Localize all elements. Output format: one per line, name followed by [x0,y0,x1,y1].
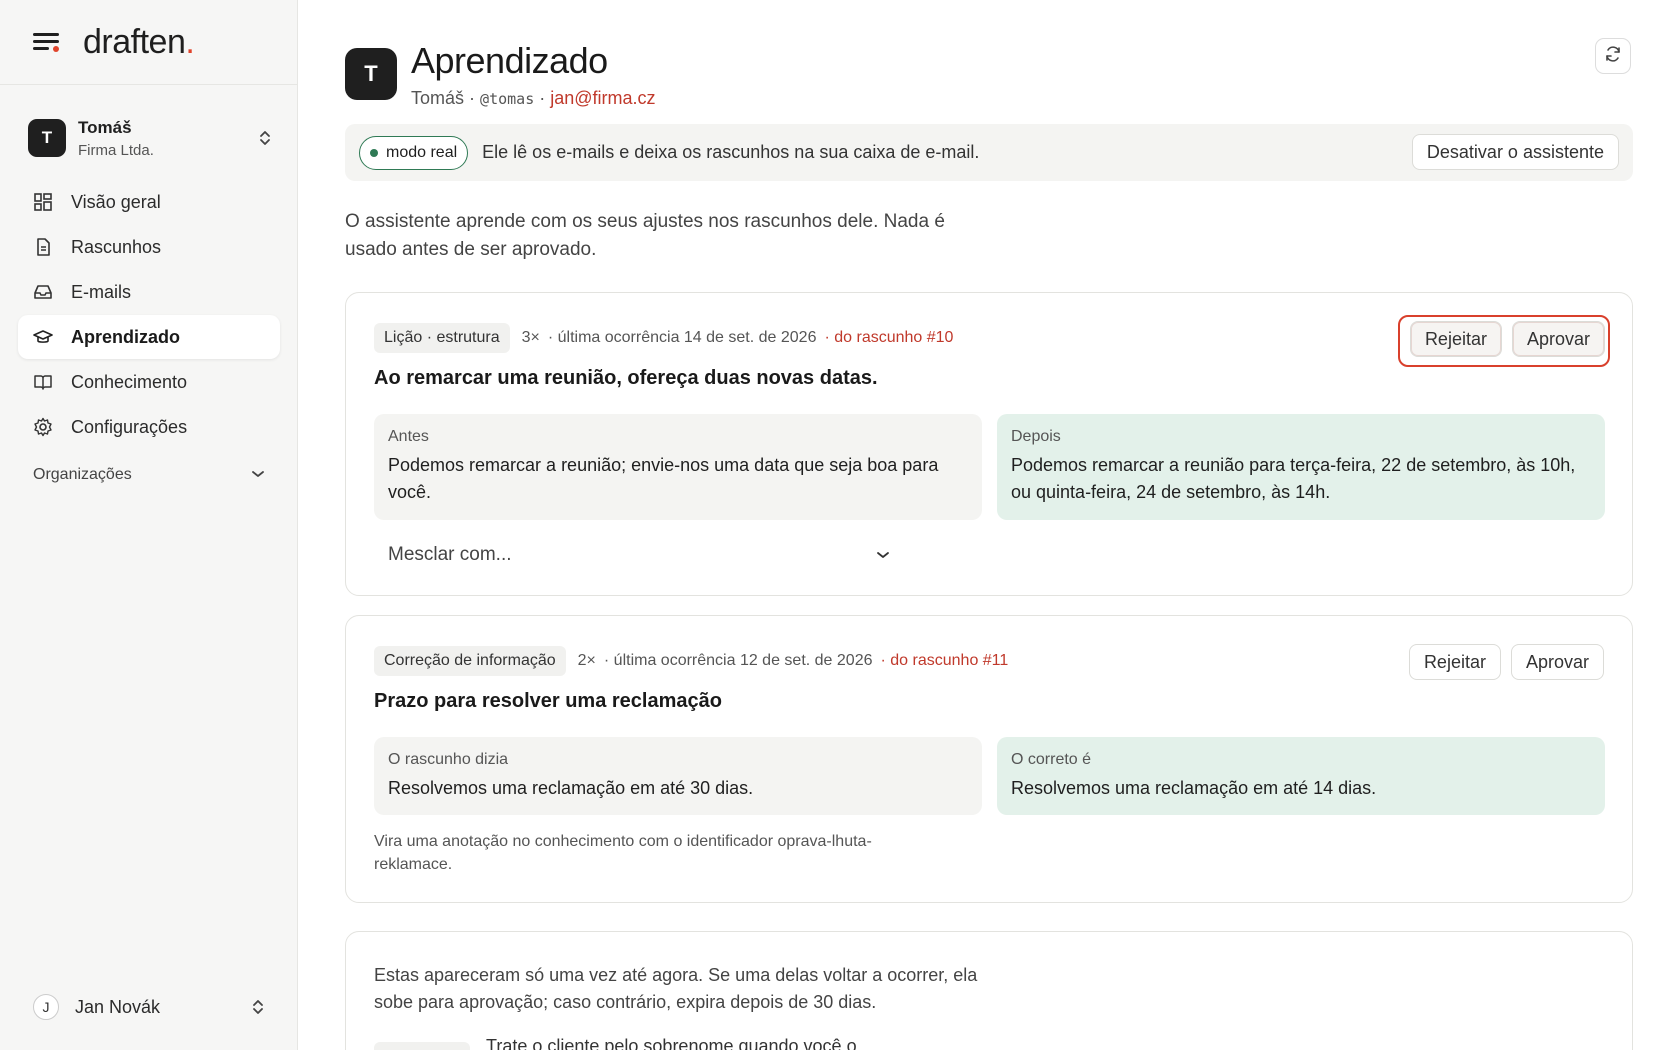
lesson-card: Lição · estrutura 3× · última ocorrência… [345,292,1633,596]
account-email-link[interactable]: jan@firma.cz [550,88,655,108]
page-header: T Aprendizado Tomáš · @tomas · jan@firma… [345,40,656,109]
disable-assistant-button[interactable]: Desativar o assistente [1411,134,1619,170]
user-name: Jan Novák [75,996,161,1017]
sidebar-item-visao-geral[interactable]: Visão geral [18,180,280,224]
after-label: O correto é [1011,751,1092,768]
before-pane: Antes Podemos remarcar a reunião; envie-… [374,414,982,520]
banner-text: Ele lê os e-mails e deixa os rascunhos n… [482,142,980,162]
organizations-label: Organizações [33,466,132,483]
after-label: Depois [1011,428,1061,445]
pending-text: Estas apareceram só uma vez até agora. S… [374,965,978,1012]
sidebar-item-rascunhos[interactable]: Rascunhos [18,225,280,269]
lesson-last-seen: · última ocorrência 14 de set. de 2026 [547,329,817,346]
lesson-meta: Lição · estrutura 3× · última ocorrência… [374,323,953,353]
user-menu[interactable]: J Jan Novák [33,994,265,1020]
chevron-down-icon [876,544,890,566]
lesson-actions-highlight: Rejeitar Aprovar [1398,315,1610,367]
lesson-card: Correção de informação 2× · última ocorr… [345,615,1633,903]
before-label: Antes [388,428,429,445]
reject-button[interactable]: Rejeitar [1408,644,1501,680]
intro-text: O assistente aprende com os seus ajustes… [345,211,945,260]
workspace-name: Tomáš [78,117,132,137]
gear-icon [33,417,53,437]
sidebar-nav: Visão geral Rascunhos E-mails Aprendizad… [18,180,280,450]
brand-bar: draften. [0,0,297,85]
graduation-cap-icon [33,327,53,347]
pending-tag [374,1042,470,1050]
sidebar-item-label: Configurações [71,416,188,437]
sidebar-item-label: E-mails [71,281,132,302]
inbox-icon [33,282,53,302]
workspace-switcher[interactable]: T Tomáš Firma Ltda. [28,114,272,162]
sidebar-item-label: Aprendizado [71,326,181,347]
sidebar-item-e-mails[interactable]: E-mails [18,270,280,314]
after-text: Resolvemos uma reclamação em até 14 dias… [1011,778,1377,798]
approve-button[interactable]: Aprovar [1511,321,1605,357]
lesson-meta: Correção de informação 2× · última ocorr… [374,646,1008,676]
sidebar-item-label: Visão geral [71,191,161,212]
organizations-toggle[interactable]: Organizações [33,466,265,484]
book-icon [33,372,53,392]
brand-logo: draften. [83,22,195,61]
pending-lessons-card: Estas apareceram só uma vez até agora. S… [345,931,1633,1050]
refresh-button[interactable] [1595,38,1631,74]
lesson-tag: Lição · estrutura [374,323,510,353]
sidebar-item-aprendizado[interactable]: Aprendizado [18,315,280,359]
knowledge-note: Vira uma anotação no conhecimento com o … [374,833,872,873]
before-text: Resolvemos uma reclamação em até 30 dias… [388,778,754,798]
after-pane: Depois Podemos remarcar a reunião para t… [997,414,1605,520]
sidebar-item-conhecimento[interactable]: Conhecimento [18,360,280,404]
lesson-source-link[interactable]: · do rascunho #11 [881,652,1009,670]
menu-icon[interactable] [33,32,59,52]
before-label: O rascunho dizia [388,751,509,768]
refresh-icon [1604,45,1622,68]
lesson-count: 2× [577,652,596,669]
assistant-status-banner: modo real Ele lê os e-mails e deixa os r… [345,124,1633,181]
before-pane: O rascunho dizia Resolvemos uma reclamaç… [374,737,982,815]
account-handle: @tomas [480,90,535,108]
chevron-down-icon [251,466,265,484]
after-text: Podemos remarcar a reunião para terça-fe… [1011,455,1576,502]
lesson-source-link[interactable]: · do rascunho #10 [824,329,953,347]
lesson-last-seen: · última ocorrência 12 de set. de 2026 [603,652,873,669]
after-pane: O correto é Resolvemos uma reclamação em… [997,737,1605,815]
workspace-org: Firma Ltda. [78,141,154,159]
grid-icon [33,192,53,212]
sidebar-item-label: Conhecimento [71,371,188,392]
merge-select-value: Mesclar com... [388,544,512,565]
merge-select[interactable]: Mesclar com... [374,533,904,577]
chevron-updown-icon [251,998,265,1016]
user-avatar: J [33,994,59,1020]
chevron-updown-icon [258,129,272,147]
lesson-count: 3× [521,329,540,346]
workspace-avatar: T [28,119,66,157]
account-avatar: T [345,48,397,100]
mode-badge: modo real [359,135,469,170]
lesson-title: Prazo para resolver uma reclamação [374,690,722,712]
approve-button[interactable]: Aprovar [1510,644,1604,680]
sidebar: draften. T Tomáš Firma Ltda. Visão geral… [0,0,298,1050]
account-name: Tomáš [411,88,465,108]
pending-item-text: Trate o cliente pelo sobrenome quando vo… [486,1036,872,1050]
lesson-tag: Correção de informação [374,646,566,676]
lesson-actions: Rejeitar Aprovar [1408,644,1604,680]
before-text: Podemos remarcar a reunião; envie-nos um… [388,455,939,502]
lesson-title: Ao remarcar uma reunião, ofereça duas no… [374,367,878,389]
page-title: Aprendizado [411,40,608,81]
sidebar-item-configuracoes[interactable]: Configurações [18,405,280,449]
sidebar-item-label: Rascunhos [71,236,162,257]
account-info: Tomáš · @tomas · jan@firma.cz [411,88,656,108]
document-icon [33,237,53,257]
reject-button[interactable]: Rejeitar [1409,321,1502,357]
